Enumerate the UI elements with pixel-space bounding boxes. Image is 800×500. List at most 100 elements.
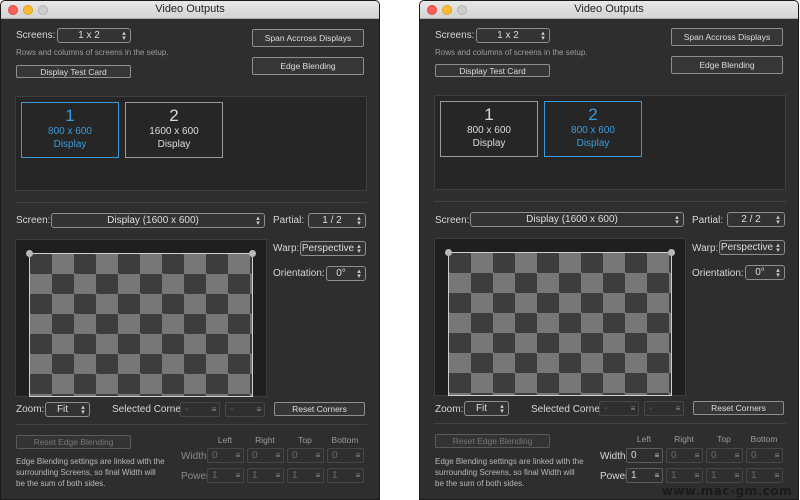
corner-y-field[interactable]: - ≡ (225, 402, 265, 417)
divider (434, 201, 786, 202)
corner-handle-top-right[interactable] (668, 249, 675, 256)
warp-label: Warp: (273, 243, 300, 254)
stepper-arrows-icon: ▴ ▾ (776, 241, 780, 254)
stepper-arrows-icon: ▴ ▾ (357, 214, 361, 227)
stepper-arrows-icon: ▴ ▾ (500, 402, 504, 415)
width-right-field[interactable]: 0 ≡ (666, 448, 703, 463)
screen-tile-1[interactable]: 1 800 x 600 Display (440, 101, 538, 157)
width-top-field[interactable]: 0 ≡ (287, 448, 324, 463)
partial-select[interactable]: 2 / 2 ▴ ▾ (727, 212, 785, 227)
width-bottom-field[interactable]: 0 ≡ (327, 448, 364, 463)
screen-label: Screen: (16, 215, 51, 226)
edge-blending-button[interactable]: Edge Blending (252, 57, 364, 75)
stepper-arrows-icon: ▴ ▾ (541, 29, 545, 42)
screen-select[interactable]: Display (1600 x 600) ▴ ▾ (470, 212, 684, 227)
span-across-displays-button[interactable]: Span Accross Displays (671, 28, 783, 46)
screen-label: Screen: (435, 215, 470, 226)
col-head-bottom: Bottom (331, 435, 359, 445)
window-title: Video Outputs (574, 3, 644, 15)
screen-tile-2[interactable]: 2 1600 x 600 Display (125, 102, 223, 158)
warp-select[interactable]: Perspective ▴ ▾ (719, 240, 785, 255)
screens-hint: Rows and columns of screens in the setup… (16, 48, 169, 57)
power-bottom-field[interactable]: 1 ≡ (327, 468, 364, 483)
edge-blending-note: Edge Blending settings are linked with t… (16, 457, 165, 488)
col-head-left: Left (217, 435, 233, 445)
title-bar: Video Outputs (420, 1, 798, 19)
width-bottom-field[interactable]: 0 ≡ (746, 448, 783, 463)
test-card-checkerboard (29, 253, 253, 397)
stepper-arrows-icon: ▴ ▾ (122, 29, 126, 42)
title-bar: Video Outputs (1, 1, 379, 19)
power-top-field[interactable]: 1 ≡ (706, 468, 743, 483)
corner-handle-top-left[interactable] (445, 249, 452, 256)
power-left-field[interactable]: 1 ≡ (207, 468, 244, 483)
power-left-field[interactable]: 1 ≡ (626, 468, 663, 483)
screens-layout-select[interactable]: 1 x 2 ▴ ▾ (476, 28, 550, 43)
test-card-checkerboard (448, 252, 672, 396)
orientation-select[interactable]: 0° ▴ ▾ (326, 266, 366, 281)
stepper-arrows-icon: ▴ ▾ (256, 214, 260, 227)
video-outputs-window-right: Video Outputs Screens: 1 x 2 ▴ ▾ Rows and … (419, 0, 799, 500)
screen-tile-1[interactable]: 1 800 x 600 Display (21, 102, 119, 158)
screens-label: Screens: (16, 30, 56, 41)
width-left-field[interactable]: 0 ≡ (626, 448, 663, 463)
screens-hint: Rows and columns of screens in the setup… (435, 48, 588, 57)
col-head-left: Left (636, 434, 652, 444)
edge-blending-note: Edge Blending settings are linked with t… (435, 457, 584, 488)
partial-select[interactable]: 1 / 2 ▴ ▾ (308, 213, 366, 228)
screens-layout-select[interactable]: 1 x 2 ▴ ▾ (57, 28, 131, 43)
divider (15, 202, 367, 203)
partial-label: Partial: (692, 215, 724, 226)
power-right-field[interactable]: 1 ≡ (247, 468, 284, 483)
span-across-displays-button[interactable]: Span Accross Displays (252, 29, 364, 47)
width-row-label: Width: (181, 451, 210, 462)
screen-tile-2[interactable]: 2 800 x 600 Display (544, 101, 642, 157)
stepper-arrows-icon: ▴ ▾ (81, 403, 85, 416)
width-top-field[interactable]: 0 ≡ (706, 448, 743, 463)
screens-label: Screens: (435, 30, 475, 41)
width-right-field[interactable]: 0 ≡ (247, 448, 284, 463)
col-head-bottom: Bottom (750, 434, 778, 444)
col-head-top: Top (717, 434, 731, 444)
zoom-select[interactable]: Fit ▴ ▾ (45, 402, 90, 417)
warp-preview-area[interactable] (434, 238, 686, 396)
display-test-card-button[interactable]: Display Test Card (16, 65, 131, 78)
col-head-right: Right (674, 434, 694, 444)
width-left-field[interactable]: 0 ≡ (207, 448, 244, 463)
zoom-select[interactable]: Fit ▴ ▾ (464, 401, 509, 416)
col-head-right: Right (255, 435, 275, 445)
reset-edge-blending-button[interactable]: Reset Edge Blending (16, 435, 131, 449)
screens-layout-panel: 1 800 x 600 Display 2 1600 x 600 Display (15, 96, 367, 191)
orientation-select[interactable]: 0° ▴ ▾ (745, 265, 785, 280)
corner-x-field[interactable]: - ≡ (599, 401, 639, 416)
warp-select[interactable]: Perspective ▴ ▾ (300, 241, 366, 256)
corner-x-field[interactable]: - ≡ (180, 402, 220, 417)
edge-blending-button[interactable]: Edge Blending (671, 56, 783, 74)
partial-label: Partial: (273, 215, 305, 226)
power-top-field[interactable]: 1 ≡ (287, 468, 324, 483)
warp-preview-area[interactable] (15, 239, 267, 397)
stepper-arrows-icon: ▴ ▾ (675, 213, 679, 226)
display-test-card-button[interactable]: Display Test Card (435, 64, 550, 77)
stepper-arrows-icon: ▴ ▾ (776, 213, 780, 226)
corner-handle-top-right[interactable] (249, 250, 256, 257)
window-title: Video Outputs (155, 3, 225, 15)
corner-handle-top-left[interactable] (26, 250, 33, 257)
power-right-field[interactable]: 1 ≡ (666, 468, 703, 483)
selected-corner-label: Selected Corner: (531, 404, 607, 415)
divider (15, 424, 367, 425)
reset-edge-blending-button[interactable]: Reset Edge Blending (435, 434, 550, 448)
watermark: www.mac-gm.com (661, 484, 792, 498)
stepper-arrows-icon: ▴ ▾ (357, 242, 361, 255)
orientation-label: Orientation: (273, 268, 325, 279)
screen-select[interactable]: Display (1600 x 600) ▴ ▾ (51, 213, 265, 228)
corner-y-field[interactable]: - ≡ (644, 401, 684, 416)
divider (434, 423, 786, 424)
reset-corners-button[interactable]: Reset Corners (274, 402, 365, 416)
screens-layout-panel: 1 800 x 600 Display 2 800 x 600 Display (434, 95, 786, 190)
zoom-label: Zoom: (16, 404, 45, 415)
reset-corners-button[interactable]: Reset Corners (693, 401, 784, 415)
stepper-arrows-icon: ▴ ▾ (357, 267, 361, 280)
power-bottom-field[interactable]: 1 ≡ (746, 468, 783, 483)
warp-label: Warp: (692, 243, 719, 254)
